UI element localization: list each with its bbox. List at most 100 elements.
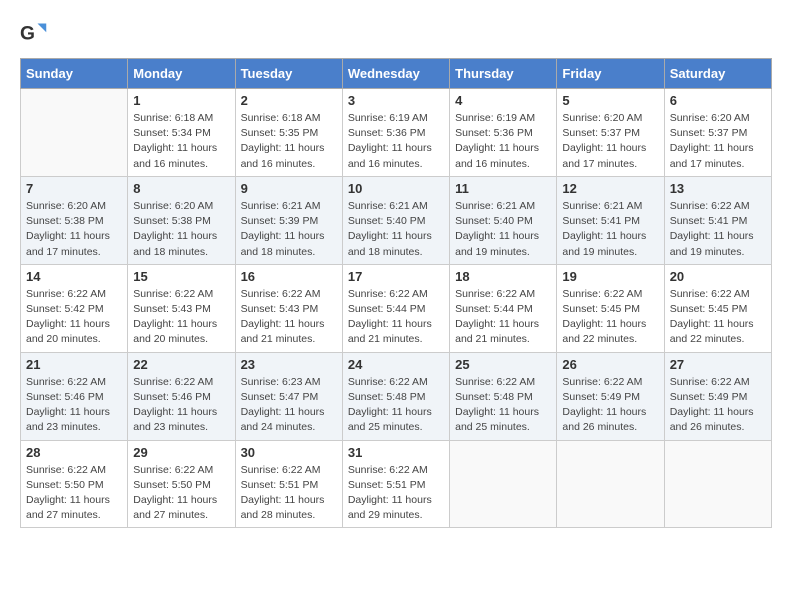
day-number: 26 xyxy=(562,357,658,372)
day-number: 4 xyxy=(455,93,551,108)
weekday-tuesday: Tuesday xyxy=(235,59,342,89)
calendar-cell: 29 Sunrise: 6:22 AMSunset: 5:50 PMDayligh… xyxy=(128,440,235,528)
calendar-cell: 23 Sunrise: 6:23 AMSunset: 5:47 PMDayligh… xyxy=(235,352,342,440)
day-number: 11 xyxy=(455,181,551,196)
day-info: Sunrise: 6:21 AMSunset: 5:39 PMDaylight:… xyxy=(241,199,337,260)
day-info: Sunrise: 6:20 AMSunset: 5:38 PMDaylight:… xyxy=(133,199,229,260)
day-info: Sunrise: 6:22 AMSunset: 5:50 PMDaylight:… xyxy=(133,463,229,524)
day-number: 29 xyxy=(133,445,229,460)
weekday-monday: Monday xyxy=(128,59,235,89)
day-number: 8 xyxy=(133,181,229,196)
calendar-cell: 11 Sunrise: 6:21 AMSunset: 5:40 PMDayligh… xyxy=(450,176,557,264)
day-info: Sunrise: 6:22 AMSunset: 5:50 PMDaylight:… xyxy=(26,463,122,524)
day-number: 31 xyxy=(348,445,444,460)
calendar-cell: 7Sunrise: 6:20 AMSunset: 5:38 PMDaylight… xyxy=(21,176,128,264)
weekday-friday: Friday xyxy=(557,59,664,89)
day-info: Sunrise: 6:22 AMSunset: 5:51 PMDaylight:… xyxy=(348,463,444,524)
day-number: 17 xyxy=(348,269,444,284)
calendar-week-2: 7Sunrise: 6:20 AMSunset: 5:38 PMDaylight… xyxy=(21,176,772,264)
calendar-cell xyxy=(450,440,557,528)
svg-text:G: G xyxy=(20,23,35,44)
calendar-cell xyxy=(21,89,128,177)
calendar-cell: 24 Sunrise: 6:22 AMSunset: 5:48 PMDayligh… xyxy=(342,352,449,440)
calendar-cell: 19Sunrise: 6:22 AMSunset: 5:45 PMDayligh… xyxy=(557,264,664,352)
calendar-cell: 15 Sunrise: 6:22 AMSunset: 5:43 PMDayligh… xyxy=(128,264,235,352)
day-info: Sunrise: 6:22 AMSunset: 5:51 PMDaylight:… xyxy=(241,463,337,524)
calendar-cell: 18 Sunrise: 6:22 AMSunset: 5:44 PMDayligh… xyxy=(450,264,557,352)
day-info: Sunrise: 6:22 AMSunset: 5:46 PMDaylight:… xyxy=(26,375,122,436)
day-info: Sunrise: 6:21 AMSunset: 5:40 PMDaylight:… xyxy=(455,199,551,260)
day-info: Sunrise: 6:19 AMSunset: 5:36 PMDaylight:… xyxy=(455,111,551,172)
day-info: Sunrise: 6:22 AMSunset: 5:44 PMDaylight:… xyxy=(348,287,444,348)
calendar-cell: 26Sunrise: 6:22 AMSunset: 5:49 PMDayligh… xyxy=(557,352,664,440)
weekday-sunday: Sunday xyxy=(21,59,128,89)
logo: G xyxy=(20,20,52,48)
day-info: Sunrise: 6:20 AMSunset: 5:37 PMDaylight:… xyxy=(670,111,766,172)
day-info: Sunrise: 6:22 AMSunset: 5:41 PMDaylight:… xyxy=(670,199,766,260)
day-info: Sunrise: 6:22 AMSunset: 5:49 PMDaylight:… xyxy=(670,375,766,436)
calendar-cell: 25 Sunrise: 6:22 AMSunset: 5:48 PMDayligh… xyxy=(450,352,557,440)
day-number: 21 xyxy=(26,357,122,372)
weekday-header-row: SundayMondayTuesdayWednesdayThursdayFrid… xyxy=(21,59,772,89)
day-info: Sunrise: 6:20 AMSunset: 5:37 PMDaylight:… xyxy=(562,111,658,172)
day-number: 10 xyxy=(348,181,444,196)
calendar-cell: 10 Sunrise: 6:21 AMSunset: 5:40 PMDayligh… xyxy=(342,176,449,264)
calendar-cell: 9Sunrise: 6:21 AMSunset: 5:39 PMDaylight… xyxy=(235,176,342,264)
day-info: Sunrise: 6:19 AMSunset: 5:36 PMDaylight:… xyxy=(348,111,444,172)
calendar-cell: 21 Sunrise: 6:22 AMSunset: 5:46 PMDayligh… xyxy=(21,352,128,440)
day-info: Sunrise: 6:22 AMSunset: 5:48 PMDaylight:… xyxy=(348,375,444,436)
logo-icon: G xyxy=(20,20,48,48)
day-number: 27 xyxy=(670,357,766,372)
weekday-saturday: Saturday xyxy=(664,59,771,89)
day-number: 6 xyxy=(670,93,766,108)
day-number: 28 xyxy=(26,445,122,460)
day-number: 22 xyxy=(133,357,229,372)
day-info: Sunrise: 6:22 AMSunset: 5:43 PMDaylight:… xyxy=(241,287,337,348)
day-number: 14 xyxy=(26,269,122,284)
day-info: Sunrise: 6:23 AMSunset: 5:47 PMDaylight:… xyxy=(241,375,337,436)
day-info: Sunrise: 6:22 AMSunset: 5:42 PMDaylight:… xyxy=(26,287,122,348)
day-number: 20 xyxy=(670,269,766,284)
calendar-cell: 8 Sunrise: 6:20 AMSunset: 5:38 PMDaylight… xyxy=(128,176,235,264)
day-number: 1 xyxy=(133,93,229,108)
calendar-cell: 22Sunrise: 6:22 AMSunset: 5:46 PMDayligh… xyxy=(128,352,235,440)
day-number: 24 xyxy=(348,357,444,372)
day-number: 25 xyxy=(455,357,551,372)
day-info: Sunrise: 6:21 AMSunset: 5:40 PMDaylight:… xyxy=(348,199,444,260)
day-info: Sunrise: 6:21 AMSunset: 5:41 PMDaylight:… xyxy=(562,199,658,260)
day-info: Sunrise: 6:18 AMSunset: 5:35 PMDaylight:… xyxy=(241,111,337,172)
day-info: Sunrise: 6:22 AMSunset: 5:45 PMDaylight:… xyxy=(562,287,658,348)
day-number: 23 xyxy=(241,357,337,372)
day-info: Sunrise: 6:22 AMSunset: 5:45 PMDaylight:… xyxy=(670,287,766,348)
calendar-cell: 4 Sunrise: 6:19 AMSunset: 5:36 PMDaylight… xyxy=(450,89,557,177)
day-number: 12 xyxy=(562,181,658,196)
calendar-week-5: 28 Sunrise: 6:22 AMSunset: 5:50 PMDayligh… xyxy=(21,440,772,528)
calendar-cell: 2Sunrise: 6:18 AMSunset: 5:35 PMDaylight… xyxy=(235,89,342,177)
calendar-cell: 30 Sunrise: 6:22 AMSunset: 5:51 PMDayligh… xyxy=(235,440,342,528)
calendar-week-3: 14 Sunrise: 6:22 AMSunset: 5:42 PMDayligh… xyxy=(21,264,772,352)
day-info: Sunrise: 6:22 AMSunset: 5:43 PMDaylight:… xyxy=(133,287,229,348)
day-info: Sunrise: 6:22 AMSunset: 5:44 PMDaylight:… xyxy=(455,287,551,348)
calendar-cell: 16Sunrise: 6:22 AMSunset: 5:43 PMDayligh… xyxy=(235,264,342,352)
calendar-cell: 31 Sunrise: 6:22 AMSunset: 5:51 PMDayligh… xyxy=(342,440,449,528)
day-number: 3 xyxy=(348,93,444,108)
calendar-cell: 14 Sunrise: 6:22 AMSunset: 5:42 PMDayligh… xyxy=(21,264,128,352)
day-number: 18 xyxy=(455,269,551,284)
weekday-thursday: Thursday xyxy=(450,59,557,89)
calendar-week-1: 1 Sunrise: 6:18 AMSunset: 5:34 PMDaylight… xyxy=(21,89,772,177)
calendar-cell xyxy=(664,440,771,528)
day-info: Sunrise: 6:18 AMSunset: 5:34 PMDaylight:… xyxy=(133,111,229,172)
calendar-cell: 13Sunrise: 6:22 AMSunset: 5:41 PMDayligh… xyxy=(664,176,771,264)
calendar-body: 1 Sunrise: 6:18 AMSunset: 5:34 PMDaylight… xyxy=(21,89,772,528)
day-info: Sunrise: 6:22 AMSunset: 5:48 PMDaylight:… xyxy=(455,375,551,436)
calendar-cell: 5Sunrise: 6:20 AMSunset: 5:37 PMDaylight… xyxy=(557,89,664,177)
calendar-cell: 17 Sunrise: 6:22 AMSunset: 5:44 PMDayligh… xyxy=(342,264,449,352)
calendar-week-4: 21 Sunrise: 6:22 AMSunset: 5:46 PMDayligh… xyxy=(21,352,772,440)
weekday-wednesday: Wednesday xyxy=(342,59,449,89)
calendar-cell: 12 Sunrise: 6:21 AMSunset: 5:41 PMDayligh… xyxy=(557,176,664,264)
calendar-cell: 20 Sunrise: 6:22 AMSunset: 5:45 PMDayligh… xyxy=(664,264,771,352)
day-number: 30 xyxy=(241,445,337,460)
day-number: 15 xyxy=(133,269,229,284)
day-info: Sunrise: 6:20 AMSunset: 5:38 PMDaylight:… xyxy=(26,199,122,260)
page-header: G xyxy=(20,20,772,48)
